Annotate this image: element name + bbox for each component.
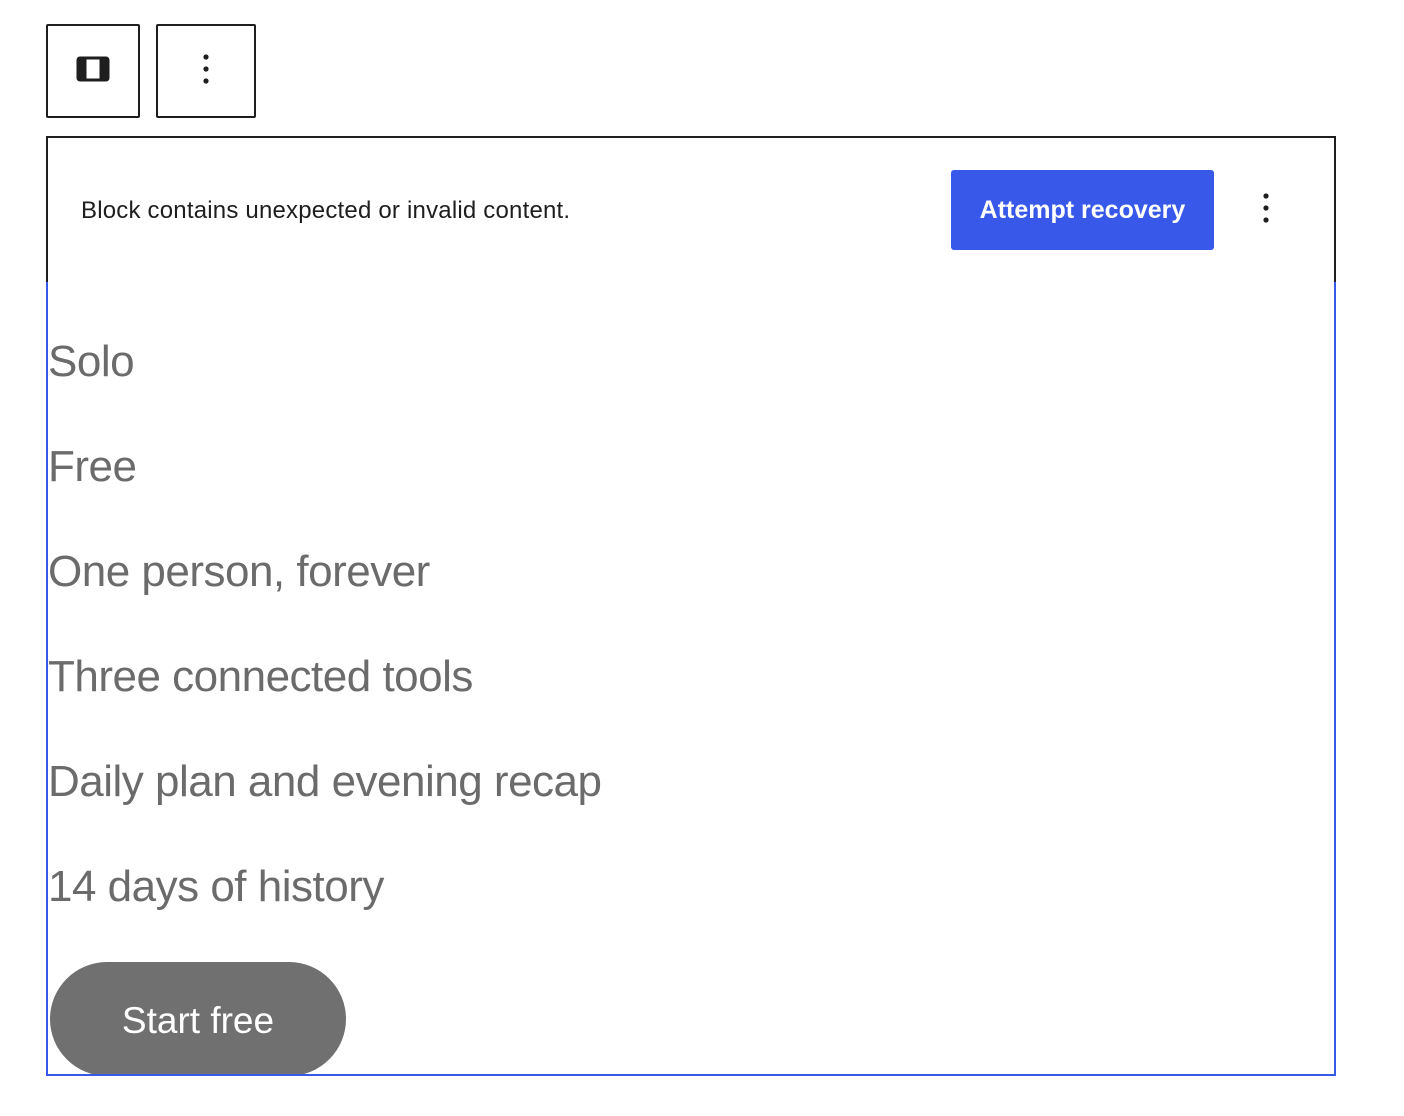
block-toolbar — [46, 24, 256, 118]
plan-feature: Daily plan and evening recap — [48, 757, 602, 806]
plan-name: Solo — [48, 337, 135, 386]
start-free-button[interactable]: Start free — [50, 962, 346, 1074]
block-type-icon — [76, 56, 110, 87]
warning-more-options-button[interactable] — [1246, 190, 1286, 230]
plan-feature: One person, forever — [48, 547, 430, 596]
vertical-ellipsis-icon — [202, 53, 210, 90]
invalid-block-warning: Block contains unexpected or invalid con… — [46, 136, 1336, 284]
block-type-button[interactable] — [46, 24, 140, 118]
pricing-block-content[interactable]: Solo Free One person, forever Three conn… — [46, 282, 1336, 1076]
plan-feature: 14 days of history — [48, 862, 384, 911]
warning-message: Block contains unexpected or invalid con… — [81, 197, 571, 224]
plan-price: Free — [48, 442, 137, 491]
attempt-recovery-button[interactable]: Attempt recovery — [951, 170, 1214, 250]
block-options-button[interactable] — [156, 24, 256, 118]
plan-feature: Three connected tools — [48, 652, 473, 701]
vertical-ellipsis-icon — [1262, 192, 1270, 229]
